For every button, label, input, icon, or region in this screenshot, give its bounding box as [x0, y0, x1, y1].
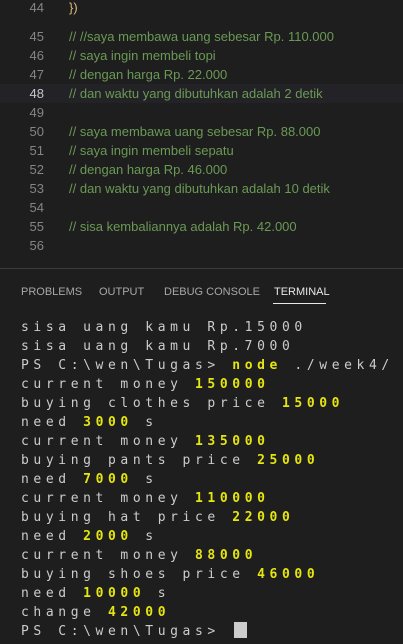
terminal-number: 46000 — [257, 567, 320, 582]
tab-problems[interactable]: PROBLEMS — [21, 286, 82, 298]
terminal-text: current money — [21, 377, 195, 392]
code-text: // saya ingin membeli topi — [69, 48, 216, 63]
terminal-output[interactable]: sisa uang kamu Rp.15000 sisa uang kamu R… — [0, 311, 403, 644]
code-line: 46 // saya ingin membeli topi — [0, 46, 403, 65]
terminal-unit: s — [132, 472, 158, 487]
code-line: 56 — [0, 236, 403, 255]
line-number: 46 — [29, 48, 44, 63]
terminal-text: need — [21, 415, 84, 430]
terminal-text: buying clothes price — [21, 396, 282, 411]
code-text: }) — [69, 0, 78, 15]
line-number: 55 — [29, 219, 44, 234]
terminal-line: buying clothes price 15000 — [21, 394, 344, 413]
terminal-prompt-line[interactable]: PS C:\wen\Tugas> — [21, 622, 248, 641]
line-number: 56 — [29, 238, 44, 253]
terminal-number: 15000 — [281, 396, 345, 411]
terminal-number: 150000 — [194, 377, 270, 392]
prompt-text: PS C:\wen\Tugas> — [21, 624, 233, 639]
code-line: 50 // saya membawa uang sebesar Rp. 88.0… — [0, 122, 403, 141]
code-line: 49 — [0, 103, 403, 122]
code-text: // //saya membawa uang sebesar Rp. 110.0… — [69, 29, 334, 44]
terminal-number: 25000 — [257, 453, 320, 468]
terminal-number: 88000 — [194, 548, 258, 563]
terminal-text: buying shoes price — [21, 567, 258, 582]
line-number: 53 — [29, 181, 44, 196]
terminal-number: 7000 — [83, 472, 133, 487]
command-text: node — [232, 358, 282, 373]
tab-debug-console[interactable]: DEBUG CONSOLE — [164, 286, 260, 298]
code-line: 53 // dan waktu yang dibutuhkan adalah 1… — [0, 179, 403, 198]
terminal-line: need 2000 s — [21, 527, 158, 546]
active-tab-indicator — [273, 303, 326, 304]
code-line: 55 // sisa kembaliannya adalah Rp. 42.00… — [0, 217, 403, 236]
terminal-line: current money 150000 — [21, 375, 270, 394]
code-text: // sisa kembaliannya adalah Rp. 42.000 — [69, 219, 297, 234]
terminal-line: buying shoes price 46000 — [21, 565, 319, 584]
terminal-text: change — [21, 605, 108, 620]
line-number: 51 — [29, 143, 44, 158]
terminal-text: current money — [21, 548, 195, 563]
line-number: 49 — [29, 105, 44, 120]
terminal-text: need — [21, 529, 84, 544]
code-text: // saya membawa uang sebesar Rp. 88.000 — [69, 124, 321, 139]
terminal-text: buying pants price — [21, 453, 258, 468]
terminal-line: PS C:\wen\Tugas> node ./week4/ — [21, 356, 394, 375]
terminal-number: 135000 — [194, 434, 270, 449]
terminal-cursor — [234, 622, 248, 638]
line-number: 44 — [29, 0, 44, 15]
terminal-text: current money — [21, 434, 195, 449]
terminal-unit: s — [132, 415, 158, 430]
terminal-line: sisa uang kamu Rp.15000 — [21, 318, 307, 337]
terminal-text: buying hat price — [21, 510, 233, 525]
line-number: 50 — [29, 124, 44, 139]
terminal-line: buying hat price 22000 — [21, 508, 294, 527]
panel-tab-bar: PROBLEMS OUTPUT DEBUG CONSOLE TERMINAL — [0, 269, 403, 311]
tab-terminal[interactable]: TERMINAL — [274, 286, 330, 298]
line-number: 52 — [29, 162, 44, 177]
terminal-text: current money — [21, 491, 195, 506]
terminal-line: change 42000 — [21, 603, 170, 622]
terminal-number: 110000 — [194, 491, 270, 506]
code-editor[interactable]: 44 }) 45 // //saya membawa uang sebesar … — [0, 0, 403, 268]
command-args: ./week4/ — [281, 358, 394, 373]
code-text: // saya ingin membeli sepatu — [69, 143, 234, 158]
code-text: // dengan harga Rp. 46.000 — [69, 162, 228, 177]
code-line: 51 // saya ingin membeli sepatu — [0, 141, 403, 160]
tab-output[interactable]: OUTPUT — [99, 286, 144, 298]
code-line: 54 — [0, 198, 403, 217]
terminal-number: 10000 — [83, 586, 146, 601]
terminal-line: need 7000 s — [21, 470, 158, 489]
terminal-line: current money 135000 — [21, 432, 270, 451]
terminal-unit: s — [132, 529, 158, 544]
line-number: 47 — [29, 67, 44, 82]
terminal-line: need 10000 s — [21, 584, 170, 603]
code-text: // dengan harga Rp. 22.000 — [69, 67, 228, 82]
code-line: 52 // dengan harga Rp. 46.000 — [0, 160, 403, 179]
prompt-text: PS C:\wen\Tugas> — [21, 358, 233, 373]
terminal-number: 2000 — [83, 529, 133, 544]
terminal-text: sisa uang kamu Rp.7000 — [21, 339, 295, 354]
code-line: 47 // dengan harga Rp. 22.000 — [0, 65, 403, 84]
code-text: // dan waktu yang dibutuhkan adalah 2 de… — [69, 86, 323, 101]
terminal-number: 42000 — [108, 605, 171, 620]
terminal-line: current money 110000 — [21, 489, 270, 508]
terminal-number: 22000 — [232, 510, 295, 525]
line-number: 48 — [29, 86, 44, 101]
code-text: // dan waktu yang dibutuhkan adalah 10 d… — [69, 181, 330, 196]
terminal-unit: s — [145, 586, 171, 601]
code-line: 44 }) — [0, 0, 403, 17]
code-line: 45 // //saya membawa uang sebesar Rp. 11… — [0, 27, 403, 46]
terminal-text: need — [21, 472, 84, 487]
terminal-line: buying pants price 25000 — [21, 451, 319, 470]
terminal-line: sisa uang kamu Rp.7000 — [21, 337, 294, 356]
line-number: 54 — [29, 200, 44, 215]
terminal-number: 3000 — [83, 415, 133, 430]
line-number: 45 — [29, 29, 44, 44]
code-line-active: 48 // dan waktu yang dibutuhkan adalah 2… — [0, 84, 403, 103]
terminal-line: current money 88000 — [21, 546, 257, 565]
terminal-text: need — [21, 586, 84, 601]
terminal-text: sisa uang kamu Rp.15000 — [21, 320, 307, 335]
terminal-line: need 3000 s — [21, 413, 158, 432]
